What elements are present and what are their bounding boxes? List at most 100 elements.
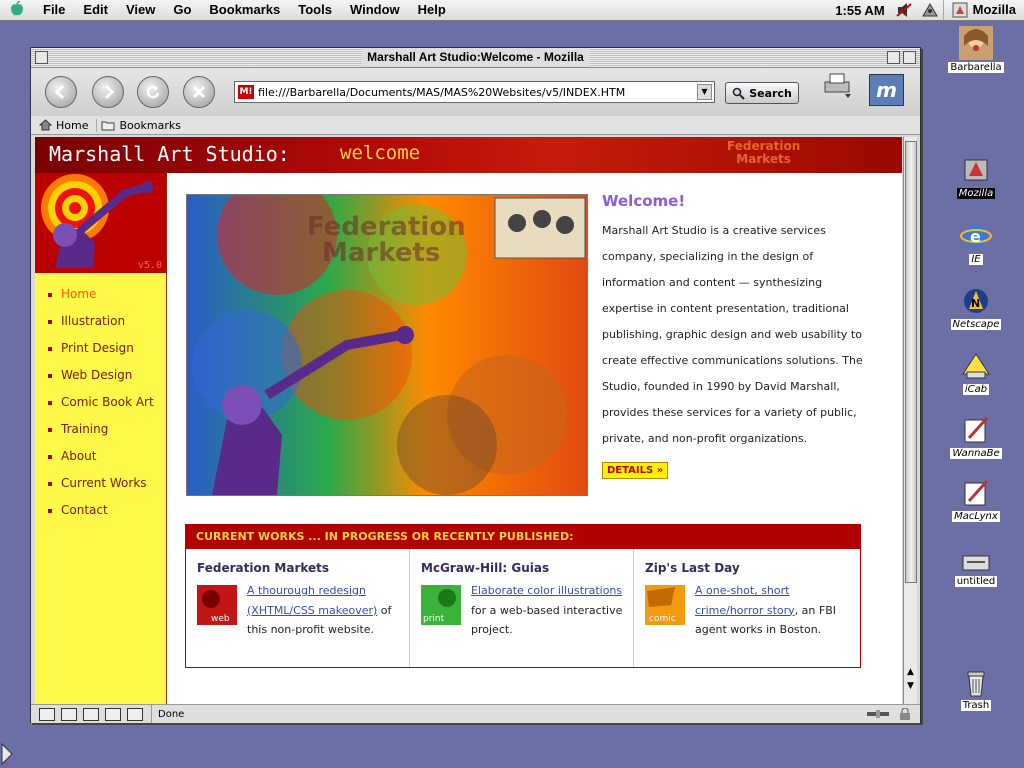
sidebar: v5.0 Home Illustration Print Design Web … [35, 173, 167, 705]
forward-button[interactable] [92, 76, 124, 108]
desktop-icon-untitled[interactable]: untitled [946, 552, 1006, 587]
home-icon [39, 119, 52, 131]
desktop-icon-mozilla[interactable]: Mozilla [946, 154, 1006, 199]
work-link-guias[interactable]: Elaborate color illustrations [471, 584, 622, 597]
page-proxy-icon[interactable]: M! [238, 85, 254, 99]
nav-contact[interactable]: Contact [35, 503, 166, 530]
reload-button[interactable] [137, 76, 169, 108]
nav-label: Current Works [61, 476, 147, 490]
nav-label: Contact [61, 503, 108, 517]
nav-training[interactable]: Training [35, 422, 166, 449]
collapse-box[interactable] [903, 51, 916, 64]
desktop-icon-label: iCab [962, 384, 990, 395]
speaker-mute-icon[interactable] [895, 2, 913, 18]
desktop-icon-netscape[interactable]: N Netscape [946, 285, 1006, 330]
menu-bookmarks[interactable]: Bookmarks [200, 0, 289, 20]
bullet-icon [48, 509, 52, 513]
nav-label: Print Design [61, 341, 134, 355]
url-bar[interactable]: M! file:///Barbarella/Documents/MAS/MAS%… [234, 81, 715, 103]
back-arrow-icon [54, 84, 65, 100]
details-button[interactable]: DETAILS » [602, 462, 669, 479]
control-strip-icon[interactable] [921, 2, 939, 18]
barbarella-disk-icon [959, 26, 993, 60]
wannabe-icon [964, 416, 989, 443]
scroll-down-arrow-icon[interactable]: ▼ [905, 681, 916, 692]
desktop-icon-barbarella[interactable]: Barbarella [946, 26, 1006, 73]
desktop-icon-label: Barbarella [948, 62, 1004, 73]
comic-thumbnail-icon[interactable]: comic [645, 585, 685, 625]
vertical-scrollbar[interactable]: ▲ ▼ [903, 137, 917, 705]
forward-arrow-icon [104, 84, 115, 100]
desktop-icon-label: Mozilla [956, 188, 996, 199]
nav-label: Web Design [61, 368, 133, 382]
navigator-icon[interactable] [39, 707, 55, 721]
menu-view[interactable]: View [117, 0, 164, 20]
site-nav: Home Illustration Print Design Web Desig… [35, 287, 166, 530]
menu-edit[interactable]: Edit [74, 0, 117, 20]
nav-label: Comic Book Art [61, 395, 154, 409]
zoom-box[interactable] [887, 51, 900, 64]
application-menu[interactable]: Mozilla [942, 0, 1024, 20]
close-box[interactable] [35, 51, 48, 64]
mozilla-logo-button[interactable]: m [869, 74, 904, 106]
work-item: McGraw-Hill: Guias print Elaborate color… [410, 549, 634, 667]
bullet-icon [48, 347, 52, 351]
online-status-icon[interactable] [866, 708, 890, 720]
desktop-icon-ie[interactable]: e IE [946, 220, 1006, 265]
window-titlebar[interactable]: Marshall Art Studio:Welcome - Mozilla [31, 48, 920, 68]
apple-menu-icon[interactable] [0, 0, 34, 20]
window-shade-tab-icon[interactable] [0, 742, 18, 766]
nav-print-design[interactable]: Print Design [35, 341, 166, 368]
scroll-thumb[interactable] [905, 141, 917, 583]
menu-file[interactable]: File [34, 0, 74, 20]
menubar-extras: 1:55 AM Mozilla [835, 0, 1024, 20]
current-works-box: CURRENT WORKS ... IN PROGRESS OR RECENTL… [185, 524, 861, 668]
nav-label: Home [61, 287, 97, 301]
nav-label: About [61, 449, 97, 463]
menu-go[interactable]: Go [164, 0, 200, 20]
bookmarks-button[interactable]: Bookmarks [101, 119, 188, 132]
stop-button[interactable] [183, 76, 215, 108]
desktop-icon-wannabe[interactable]: WannaBe [946, 414, 1006, 459]
print-icon[interactable] [821, 72, 855, 100]
nav-illustration[interactable]: Illustration [35, 314, 166, 341]
studio-logo[interactable]: v5.0 [35, 173, 166, 273]
status-bar: Done [31, 704, 920, 723]
nav-current-works[interactable]: Current Works [35, 476, 166, 503]
home-button[interactable]: Home [39, 118, 98, 132]
intro-text: Marshall Art Studio is a creative servic… [602, 224, 863, 445]
desktop-icon-icab[interactable]: iCab [946, 350, 1006, 395]
svg-text:N: N [971, 297, 980, 310]
nav-web-design[interactable]: Web Design [35, 368, 166, 395]
work-item: Zip's Last Day comic A one-shot, short c… [634, 549, 858, 667]
menu-tools[interactable]: Tools [289, 0, 341, 20]
status-text: Done [158, 708, 185, 720]
nav-comic-book-art[interactable]: Comic Book Art [35, 395, 166, 422]
scroll-up-arrow-icon[interactable]: ▲ [905, 667, 916, 678]
back-button[interactable] [45, 76, 77, 108]
search-button[interactable]: Search [725, 82, 799, 104]
desktop-icon-trash[interactable]: Trash [946, 666, 1006, 711]
work-link-federation[interactable]: A thourough redesign (XHTML/CSS makeover… [247, 584, 377, 617]
menubar-clock[interactable]: 1:55 AM [835, 3, 890, 18]
security-lock-icon[interactable] [898, 708, 912, 720]
netscape-icon: N [964, 289, 988, 313]
nav-home[interactable]: Home [35, 287, 166, 314]
print-thumbnail-icon[interactable]: print [421, 585, 461, 625]
work-link-zips-last-day[interactable]: A one-shot, short crime/horror story [695, 584, 795, 617]
thumb-label: web [211, 614, 230, 624]
nav-about[interactable]: About [35, 449, 166, 476]
logo-version: v5.0 [137, 260, 162, 271]
composer-icon[interactable] [83, 707, 99, 721]
mozilla-alias-icon [964, 159, 988, 181]
web-thumbnail-icon[interactable]: web [197, 585, 237, 625]
address-book-icon[interactable] [105, 707, 121, 721]
menu-window[interactable]: Window [341, 0, 409, 20]
mail-icon[interactable] [61, 707, 77, 721]
desktop-icon-maclynx[interactable]: MacLynx [946, 477, 1006, 522]
menu-help[interactable]: Help [409, 0, 455, 20]
desktop-icon-label: untitled [954, 576, 998, 587]
url-dropdown-button[interactable]: ▼ [697, 84, 712, 100]
chat-icon[interactable] [127, 707, 143, 721]
intro-section: Welcome! Marshall Art Studio is a creati… [602, 192, 870, 479]
